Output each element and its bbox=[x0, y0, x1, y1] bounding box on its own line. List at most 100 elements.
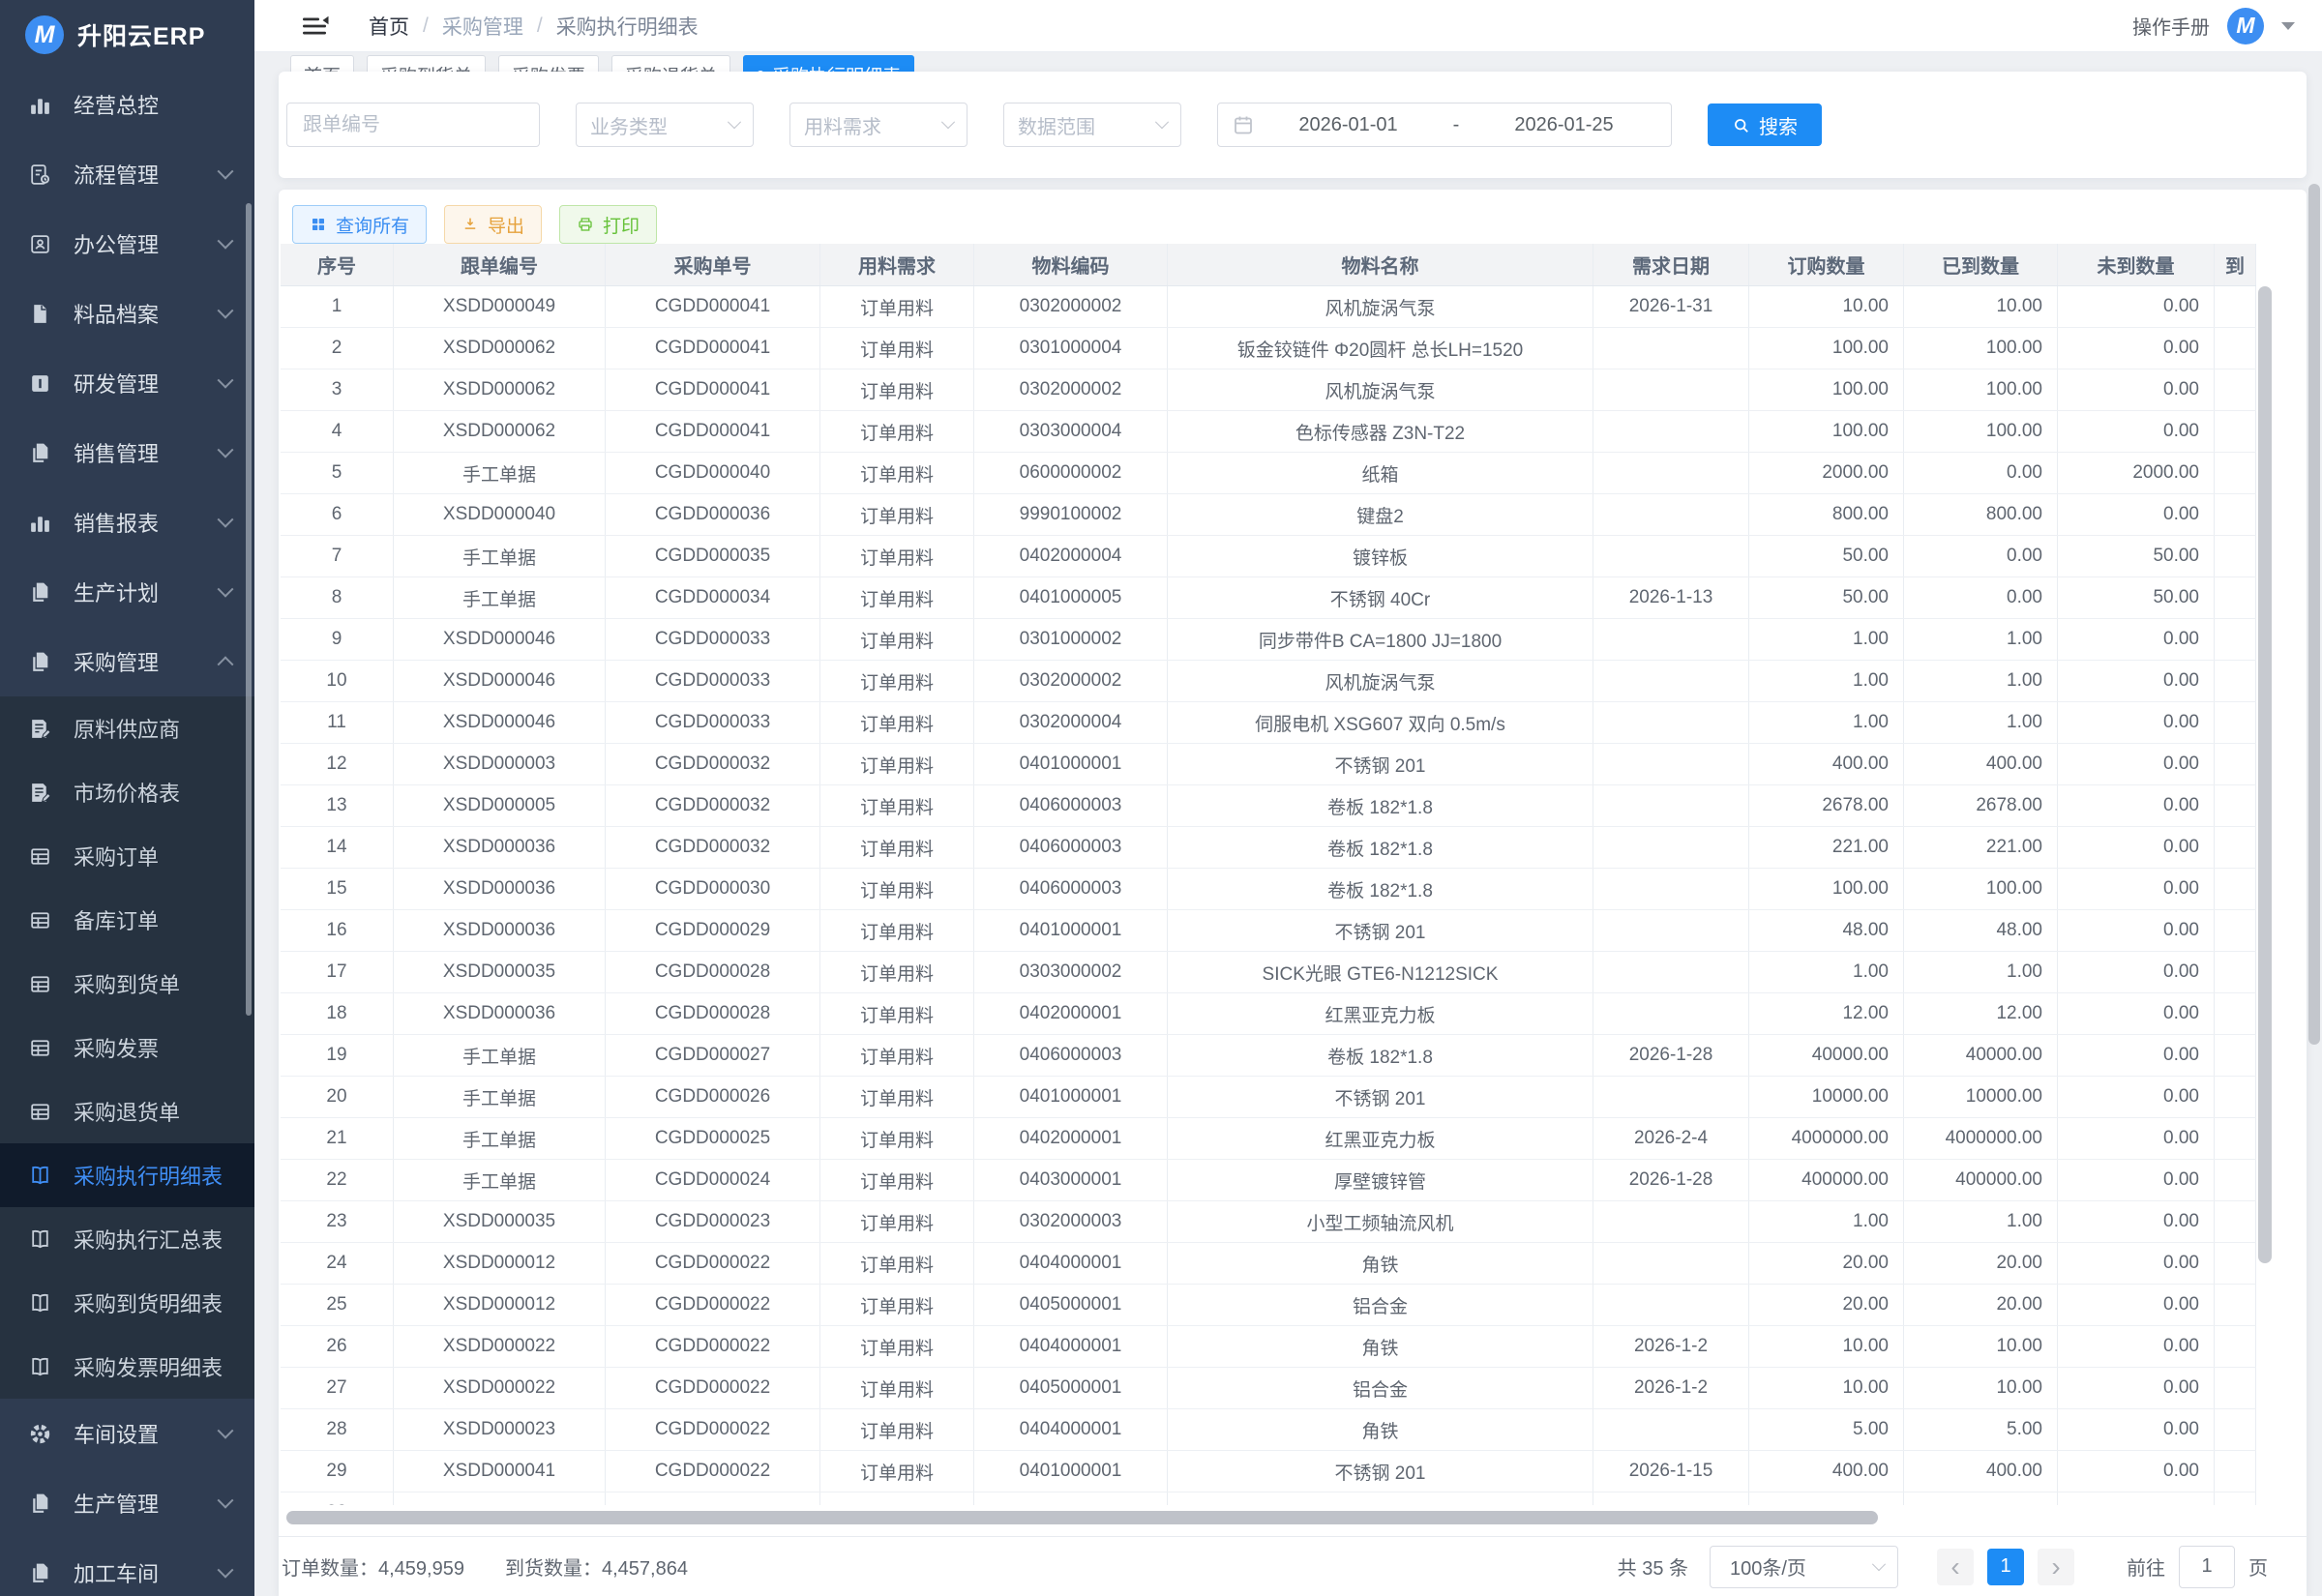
current-page-button[interactable]: 1 bbox=[1987, 1549, 2024, 1585]
column-header-未到数量[interactable]: 未到数量 bbox=[2058, 244, 2215, 285]
sidebar-subitem-采购发票[interactable]: 采购发票 bbox=[0, 1016, 254, 1079]
table-row[interactable]: 18XSDD000036CGDD000028订单用料0402000001红黑亚克… bbox=[281, 993, 2256, 1035]
table-row[interactable]: 23XSDD000035CGDD000023订单用料0302000003小型工频… bbox=[281, 1201, 2256, 1243]
sidebar-subitem-采购执行明细表[interactable]: 采购执行明细表 bbox=[0, 1143, 254, 1207]
sidebar-subitem-采购执行汇总表[interactable]: 采购执行汇总表 bbox=[0, 1207, 254, 1271]
table-row[interactable]: 21手工单据CGDD000025订单用料0402000001红黑亚克力板2026… bbox=[281, 1118, 2256, 1160]
table-row[interactable]: 20手工单据CGDD000026订单用料0401000001不锈钢 201100… bbox=[281, 1077, 2256, 1118]
column-header-物料名称[interactable]: 物料名称 bbox=[1168, 244, 1593, 285]
breadcrumb-home[interactable]: 首页 bbox=[369, 12, 409, 41]
column-header-序号[interactable]: 序号 bbox=[281, 244, 394, 285]
table-vertical-scrollbar-thumb[interactable] bbox=[2258, 286, 2272, 1263]
column-header-采购单号[interactable]: 采购单号 bbox=[606, 244, 820, 285]
table-row[interactable]: 4XSDD000062CGDD000041订单用料0303000004色标传感器… bbox=[281, 411, 2256, 453]
table-row[interactable]: 14XSDD000036CGDD000032订单用料0406000003卷板 1… bbox=[281, 827, 2256, 869]
table-row[interactable]: 8手工单据CGDD000034订单用料0401000005不锈钢 40Cr202… bbox=[281, 577, 2256, 619]
table-row[interactable]: 1XSDD000049CGDD000041订单用料0302000002风机旋涡气… bbox=[281, 286, 2256, 328]
table-row[interactable]: 25XSDD000012CGDD000022订单用料0405000001铝合金2… bbox=[281, 1285, 2256, 1326]
sidebar-item-生产计划[interactable]: 生产计划 bbox=[0, 557, 254, 627]
material-demand-select[interactable]: 用料需求 bbox=[789, 103, 968, 147]
track-number-input[interactable] bbox=[286, 103, 540, 147]
table-row[interactable]: 9XSDD000046CGDD000033订单用料0301000002同步带件B… bbox=[281, 619, 2256, 661]
column-header-订购数量[interactable]: 订购数量 bbox=[1749, 244, 1904, 285]
table-row[interactable]: 29XSDD000041CGDD000022订单用料0401000001不锈钢 … bbox=[281, 1451, 2256, 1493]
sidebar-item-车间设置[interactable]: 车间设置 bbox=[0, 1399, 254, 1468]
table-row[interactable]: 13XSDD000005CGDD000032订单用料0406000003卷板 1… bbox=[281, 785, 2256, 827]
table-row[interactable]: 16XSDD000036CGDD000029订单用料0401000001不锈钢 … bbox=[281, 910, 2256, 952]
next-page-button[interactable] bbox=[2038, 1549, 2074, 1585]
table-row[interactable]: 17XSDD000035CGDD000028订单用料0303000002SICK… bbox=[281, 952, 2256, 993]
column-header-已到数量[interactable]: 已到数量 bbox=[1904, 244, 2058, 285]
tab-label: 采购到货单 bbox=[380, 62, 472, 73]
table-horizontal-scrollbar[interactable] bbox=[281, 1511, 2256, 1524]
table-row[interactable]: 3XSDD000062CGDD000041订单用料0302000002风机旋涡气… bbox=[281, 369, 2256, 411]
sidebar-item-办公管理[interactable]: 办公管理 bbox=[0, 209, 254, 279]
table-row[interactable]: 27XSDD000022CGDD000022订单用料0405000001铝合金2… bbox=[281, 1368, 2256, 1409]
column-header-物料编码[interactable]: 物料编码 bbox=[974, 244, 1168, 285]
sidebar-subitem-采购订单[interactable]: 采购订单 bbox=[0, 824, 254, 888]
sidebar-item-加工车间[interactable]: 加工车间 bbox=[0, 1538, 254, 1596]
tab-采购发票[interactable]: 采购发票 bbox=[498, 55, 599, 72]
table-cell: 8 bbox=[281, 577, 394, 618]
tab-采购执行明细表[interactable]: 采购执行明细表 bbox=[743, 55, 914, 72]
sidebar-item-流程管理[interactable]: 流程管理 bbox=[0, 139, 254, 209]
table-row[interactable]: 28XSDD000023CGDD000022订单用料0404000001角铁5.… bbox=[281, 1409, 2256, 1451]
query-all-button[interactable]: 查询所有 bbox=[292, 205, 427, 244]
sidebar-scrollbar[interactable] bbox=[246, 203, 252, 1016]
search-button[interactable]: 搜索 bbox=[1708, 103, 1822, 146]
tab-采购退货单[interactable]: 采购退货单 bbox=[611, 55, 730, 72]
column-header-到[interactable]: 到 bbox=[2215, 244, 2256, 285]
sidebar-item-采购管理[interactable]: 采购管理 bbox=[0, 627, 254, 696]
table-row[interactable]: 2XSDD000062CGDD000041订单用料0301000004钣金铰链件… bbox=[281, 328, 2256, 369]
sidebar-subitem-采购退货单[interactable]: 采购退货单 bbox=[0, 1079, 254, 1143]
column-header-跟单编号[interactable]: 跟单编号 bbox=[394, 244, 606, 285]
table-cell: 红黑亚克力板 bbox=[1168, 993, 1593, 1034]
table-row[interactable]: 24XSDD000012CGDD000022订单用料0404000001角铁20… bbox=[281, 1243, 2256, 1285]
business-type-select[interactable]: 业务类型 bbox=[576, 103, 754, 147]
breadcrumb-purchase[interactable]: 采购管理 bbox=[442, 12, 523, 41]
collapse-menu-icon[interactable] bbox=[301, 14, 330, 39]
sidebar-item-料品档案[interactable]: 料品档案 bbox=[0, 279, 254, 348]
column-header-需求日期[interactable]: 需求日期 bbox=[1593, 244, 1749, 285]
table-cell bbox=[1593, 827, 1749, 868]
sidebar-subitem-市场价格表[interactable]: 市场价格表 bbox=[0, 760, 254, 824]
table-row[interactable]: 5手工单据CGDD000040订单用料0600000002纸箱2000.000.… bbox=[281, 453, 2256, 494]
sidebar-subitem-原料供应商[interactable]: 原料供应商 bbox=[0, 696, 254, 760]
table-cell: 2000.00 bbox=[1749, 453, 1904, 493]
date-range-picker[interactable]: 2026-01-01 - 2026-01-25 bbox=[1217, 103, 1672, 147]
prev-page-button[interactable] bbox=[1937, 1549, 1974, 1585]
table-row[interactable]: 10XSDD000046CGDD000033订单用料0302000002风机旋涡… bbox=[281, 661, 2256, 702]
table-row[interactable]: 7手工单据CGDD000035订单用料0402000004镀锌板50.000.0… bbox=[281, 536, 2256, 577]
data-range-select[interactable]: 数据范围 bbox=[1003, 103, 1181, 147]
sidebar-subitem-采购到货明细表[interactable]: 采购到货明细表 bbox=[0, 1271, 254, 1335]
sidebar-subitem-采购到货单[interactable]: 采购到货单 bbox=[0, 952, 254, 1016]
table-row[interactable]: 19手工单据CGDD000027订单用料0406000003卷板 182*1.8… bbox=[281, 1035, 2256, 1077]
table-row[interactable]: 15XSDD000036CGDD000030订单用料0406000003卷板 1… bbox=[281, 869, 2256, 910]
table-row[interactable]: 11XSDD000046CGDD000033订单用料0302000004伺服电机… bbox=[281, 702, 2256, 744]
sidebar-subitem-备库订单[interactable]: 备库订单 bbox=[0, 888, 254, 952]
table-row[interactable]: 26XSDD000022CGDD000022订单用料0404000001角铁20… bbox=[281, 1326, 2256, 1368]
page-size-select[interactable]: 100条/页 bbox=[1710, 1546, 1898, 1588]
sidebar-item-销售报表[interactable]: 销售报表 bbox=[0, 488, 254, 557]
manual-link[interactable]: 操作手册 bbox=[2132, 12, 2210, 40]
table-horizontal-scrollbar-thumb[interactable] bbox=[286, 1511, 1878, 1524]
print-button[interactable]: 打印 bbox=[559, 205, 657, 244]
sidebar-item-经营总控[interactable]: 经营总控 bbox=[0, 70, 254, 139]
table-row[interactable]: 6XSDD000040CGDD000036订单用料9990100002键盘280… bbox=[281, 494, 2256, 536]
user-menu-caret-icon[interactable] bbox=[2281, 22, 2295, 30]
table-row[interactable]: 22手工单据CGDD000024订单用料0403000001厚壁镀锌管2026-… bbox=[281, 1160, 2256, 1201]
goto-page-input[interactable] bbox=[2179, 1546, 2235, 1588]
user-avatar[interactable]: M bbox=[2227, 8, 2264, 44]
sidebar-item-研发管理[interactable]: 研发管理 bbox=[0, 348, 254, 418]
table-vertical-scrollbar[interactable] bbox=[2258, 244, 2272, 1505]
tab-首页[interactable]: 首页 bbox=[290, 55, 354, 72]
sidebar-item-生产管理[interactable]: 生产管理 bbox=[0, 1468, 254, 1538]
export-button[interactable]: 导出 bbox=[444, 205, 542, 244]
table-row[interactable]: 12XSDD000003CGDD000032订单用料0401000001不锈钢 … bbox=[281, 744, 2256, 785]
sidebar-item-销售管理[interactable]: 销售管理 bbox=[0, 418, 254, 488]
sidebar-subitem-采购发票明细表[interactable]: 采购发票明细表 bbox=[0, 1335, 254, 1399]
tab-采购到货单[interactable]: 采购到货单 bbox=[367, 55, 486, 72]
page-scrollbar-thumb[interactable] bbox=[2308, 184, 2320, 1045]
table-row[interactable]: 30订单用料 bbox=[281, 1493, 2256, 1505]
column-header-用料需求[interactable]: 用料需求 bbox=[820, 244, 974, 285]
